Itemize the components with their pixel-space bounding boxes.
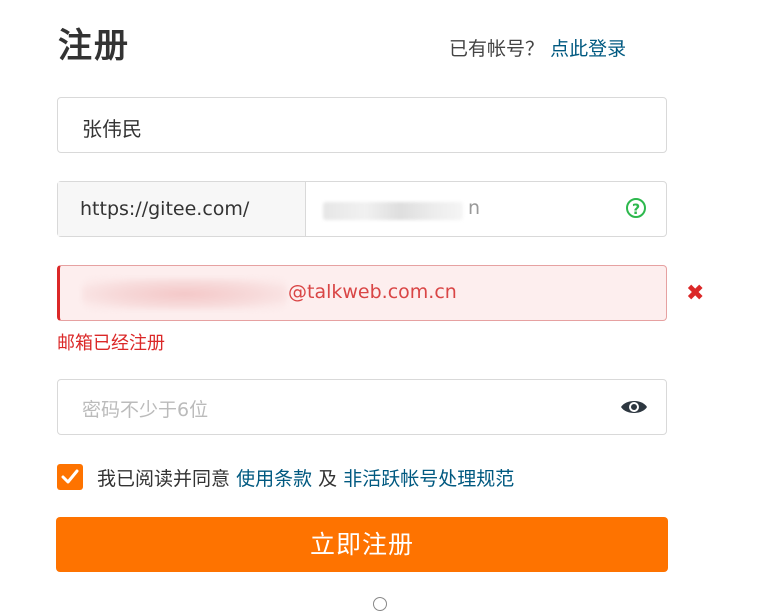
path-prefix: https://gitee.com/: [58, 182, 306, 236]
password-placeholder: 密码不少于6位: [82, 399, 209, 421]
login-hint: 已有帐号？ 点此登录: [449, 34, 626, 61]
email-field[interactable]: @talkweb.com.cn: [57, 265, 667, 321]
email-value-suffix: @talkweb.com.cn: [288, 281, 457, 303]
eye-icon[interactable]: [620, 397, 648, 417]
agreement-prefix: 我已阅读并同意: [97, 467, 231, 490]
register-button[interactable]: 立即注册: [56, 517, 668, 572]
checkmark-icon: [61, 469, 79, 484]
partial-icon: [373, 597, 387, 611]
email-value-obscured: [82, 278, 287, 310]
name-value: 张伟民: [82, 117, 142, 141]
path-value-obscured: [323, 202, 463, 220]
agreement-text: 我已阅读并同意 使用条款 及 非活跃帐号处理规范: [97, 464, 514, 491]
agreement-row: 我已阅读并同意 使用条款 及 非活跃帐号处理规范: [57, 463, 514, 491]
login-prompt: 已有帐号？: [449, 38, 545, 60]
agreement-connector: 及: [318, 467, 338, 490]
name-field[interactable]: 张伟民: [57, 97, 667, 153]
page-title: 注册: [58, 26, 130, 66]
terms-link[interactable]: 使用条款: [236, 468, 312, 490]
agreement-checkbox[interactable]: [57, 464, 83, 490]
close-icon: ✖: [686, 281, 705, 306]
email-error-message: 邮箱已经注册: [57, 333, 165, 354]
login-link[interactable]: 点此登录: [550, 38, 626, 60]
path-value-tail: n: [468, 197, 481, 219]
question-circle-icon[interactable]: ?: [626, 198, 646, 218]
policy-link[interactable]: 非活跃帐号处理规范: [343, 468, 514, 490]
personal-path-field[interactable]: https://gitee.com/ n ?: [57, 181, 667, 237]
password-field[interactable]: 密码不少于6位: [57, 379, 667, 435]
